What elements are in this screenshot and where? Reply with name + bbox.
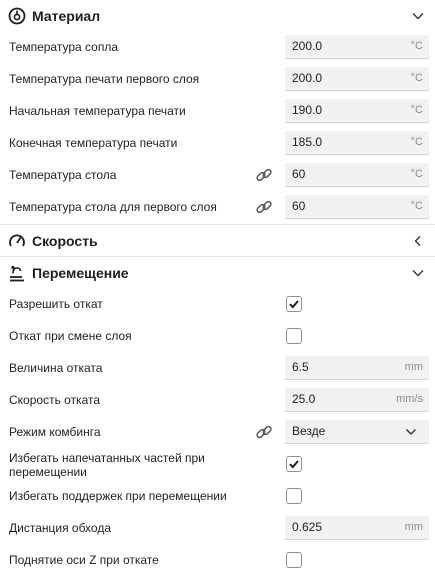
avoid-supports-checkbox[interactable] (286, 488, 302, 504)
chevron-down-icon[interactable] (411, 266, 425, 280)
checkmark-icon (289, 300, 299, 309)
field-unit: °C (410, 200, 423, 212)
final-print-temperature-field[interactable]: 185.0 °C (285, 131, 429, 155)
field-value: 200.0 (292, 71, 323, 85)
z-hop-checkbox[interactable] (286, 552, 302, 568)
travel-avoid-distance-field[interactable]: 0.625 mm (285, 516, 429, 540)
z-hop-row: Поднятие оси Z при откате (0, 544, 435, 576)
material-icon (8, 7, 26, 25)
field-value: 185.0 (292, 135, 323, 149)
initial-layer-print-temperature-field[interactable]: 200.0 °C (285, 67, 429, 91)
retraction-distance-row: Величина отката 6.5 mm (0, 352, 435, 384)
setting-label: Температура печати первого слоя (9, 72, 200, 86)
setting-label: Температура стола для первого слоя (9, 200, 217, 214)
setting-label: Температура сопла (9, 40, 118, 54)
setting-label: Скорость отката (9, 393, 101, 407)
setting-label: Дистанция обхода (9, 521, 111, 535)
avoid-printed-parts-row: Избегать напечатанных частей при перемещ… (0, 448, 435, 480)
chevron-down-icon[interactable] (411, 9, 425, 23)
link-icon[interactable] (255, 423, 273, 441)
field-unit: mm/s (396, 393, 423, 405)
build-plate-temperature-field[interactable]: 60 °C (285, 163, 429, 187)
combing-mode-dropdown[interactable]: Везде (285, 420, 429, 444)
material-section-title: Материал (32, 8, 101, 24)
field-value: 60 (292, 199, 306, 213)
field-unit: °C (410, 136, 423, 148)
setting-label: Избегать поддержек при перемещении (9, 489, 227, 503)
field-value: 6.5 (292, 360, 309, 374)
speed-icon (9, 234, 25, 247)
build-plate-initial-layer-temperature-field[interactable]: 60 °C (285, 195, 429, 219)
travel-avoid-distance-row: Дистанция обхода 0.625 mm (0, 512, 435, 544)
field-unit: mm (404, 521, 423, 533)
field-value: 60 (292, 167, 306, 181)
chevron-left-icon[interactable] (411, 234, 425, 248)
link-icon[interactable] (255, 166, 273, 184)
field-value: 0.625 (292, 520, 323, 534)
retract-at-layer-change-row: Откат при смене слоя (0, 320, 435, 352)
checkmark-icon (289, 460, 299, 469)
speed-section-title: Скорость (32, 233, 98, 249)
initial-print-temperature-field[interactable]: 190.0 °C (285, 99, 429, 123)
final-print-temperature-row: Конечная температура печати 185.0 °C (0, 127, 435, 159)
setting-label: Величина отката (9, 361, 103, 375)
field-unit: mm (404, 361, 423, 373)
field-value: 190.0 (292, 103, 323, 117)
field-value: 25.0 (292, 392, 316, 406)
speed-section-header[interactable]: Скорость (0, 225, 435, 257)
initial-print-temperature-row: Начальная температура печати 190.0 °C (0, 95, 435, 127)
setting-label-line1: Избегать напечатанных частей при (9, 451, 205, 465)
setting-label: Разрешить откат (9, 297, 103, 311)
field-unit: °C (410, 72, 423, 84)
build-plate-initial-layer-temperature-row: Температура стола для первого слоя 60 °C (0, 191, 435, 223)
dropdown-value: Везде (292, 424, 326, 438)
retraction-distance-field[interactable]: 6.5 mm (285, 356, 429, 380)
setting-label: Откат при смене слоя (9, 329, 132, 343)
retraction-speed-row: Скорость отката 25.0 mm/s (0, 384, 435, 416)
avoid-printed-parts-checkbox[interactable] (286, 456, 302, 472)
field-unit: °C (410, 168, 423, 180)
retraction-speed-field[interactable]: 25.0 mm/s (285, 388, 429, 412)
material-section-header[interactable]: Материал (0, 0, 435, 32)
build-plate-temperature-row: Температура стола 60 °C (0, 159, 435, 191)
travel-icon (10, 265, 24, 282)
link-icon[interactable] (255, 198, 273, 216)
enable-retraction-checkbox[interactable] (286, 296, 302, 312)
setting-label: Поднятие оси Z при откате (9, 553, 159, 567)
initial-layer-print-temperature-row: Температура печати первого слоя 200.0 °C (0, 63, 435, 95)
retract-at-layer-change-checkbox[interactable] (286, 328, 302, 344)
combing-mode-row: Режим комбинга Везде (0, 416, 435, 448)
setting-label-line2: перемещении (9, 465, 87, 479)
chevron-down-icon (406, 429, 416, 435)
enable-retraction-row: Разрешить откат (0, 288, 435, 320)
setting-label: Начальная температура печати (9, 104, 186, 118)
field-unit: °C (410, 104, 423, 116)
nozzle-temperature-field[interactable]: 200.0 °C (285, 35, 429, 59)
field-unit: °C (410, 40, 423, 52)
travel-section-header[interactable]: Перемещение (0, 257, 435, 289)
setting-label: Конечная температура печати (9, 136, 178, 150)
avoid-supports-row: Избегать поддержек при перемещении (0, 480, 435, 512)
nozzle-temperature-row: Температура сопла 200.0 °C (0, 31, 435, 63)
field-value: 200.0 (292, 39, 323, 53)
setting-label: Режим комбинга (9, 425, 101, 439)
travel-section-title: Перемещение (32, 265, 129, 281)
setting-label: Температура стола (9, 168, 117, 182)
